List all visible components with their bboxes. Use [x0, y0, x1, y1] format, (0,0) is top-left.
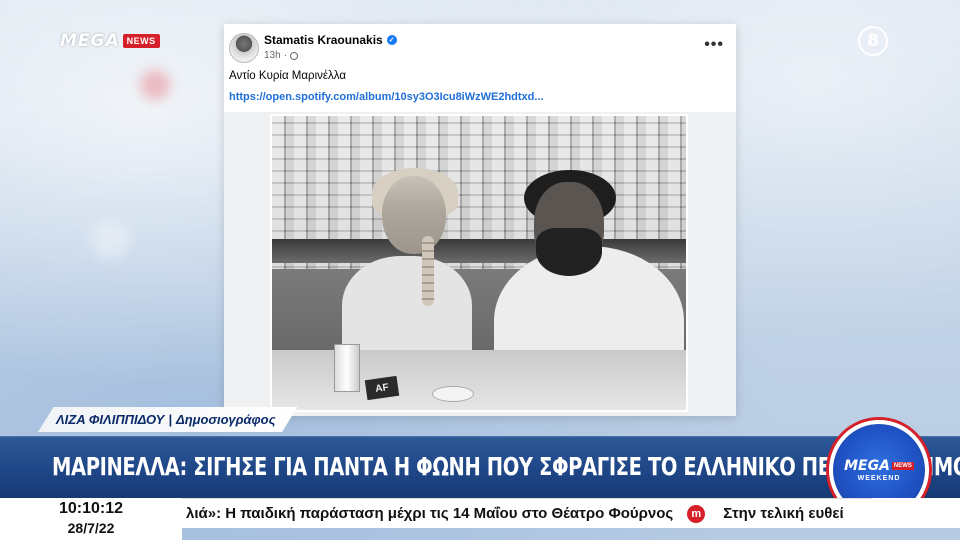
- more-options-icon[interactable]: •••: [704, 36, 724, 54]
- reporter-label: ΛΙΖΑ ΦΙΛΙΠΠΙΔΟΥ | Δημοσιογράφος: [38, 407, 298, 432]
- ticker-item: λιά»: Η παιδική παράσταση μέχρι τις 14 Μ…: [186, 505, 674, 522]
- globe-icon: [290, 51, 299, 60]
- weekend-logo-top: MEGA NEWS: [844, 458, 914, 474]
- background-blur-red: [140, 70, 170, 100]
- dot-separator: ·: [283, 50, 288, 61]
- ticker-tail: [872, 498, 960, 528]
- channel-number-bug: 8: [858, 26, 888, 56]
- reporter-name: ΛΙΖΑ ΦΙΛΙΠΠΙΔΟΥ: [56, 412, 165, 427]
- avatar[interactable]: [229, 33, 259, 63]
- news-tag: NEWS: [122, 34, 160, 48]
- background-blur-light: [90, 220, 130, 260]
- news-ticker: λιά»: Η παιδική παράσταση μέχρι τις 14 Μ…: [182, 498, 872, 528]
- post-text: Αντίο Κυρία Μαρινέλλα: [229, 70, 346, 82]
- clock-time: 10:10:12: [58, 500, 124, 517]
- photo-man-beard: [536, 228, 602, 276]
- post-meta: 13h ·: [264, 50, 299, 61]
- mega-m-logo-icon: m: [687, 504, 706, 523]
- clock-box: 10:10:12 28/7/22: [0, 498, 182, 540]
- mega-logo-word: MEGA: [60, 31, 120, 51]
- post-author[interactable]: Stamatis Kraounakis ✓: [264, 33, 397, 47]
- verified-badge-icon: ✓: [386, 35, 397, 45]
- clock-date: 28/7/22: [67, 520, 115, 536]
- post-link[interactable]: https://open.spotify.com/album/10sy3O3Ic…: [229, 91, 544, 103]
- mega-news-logo: MEGA NEWS: [60, 31, 160, 51]
- photo-woman-head: [382, 176, 446, 254]
- weekend-logo-mega: MEGA: [844, 458, 890, 474]
- weekend-logo-news: NEWS: [891, 462, 914, 470]
- photo-glass: [334, 344, 360, 392]
- ticker-item: Στην τελική ευθεί: [723, 505, 844, 522]
- reporter-separator: |: [168, 412, 172, 427]
- post-time[interactable]: 13h: [264, 50, 281, 61]
- headline-text: ΜΑΡΙΝΕΛΛΑ: ΣΙΓΗΣΕ ΓΙΑ ΠΑΝΤΑ Η ΦΩΝΗ ΠΟΥ Σ…: [52, 452, 960, 481]
- post-author-name[interactable]: Stamatis Kraounakis: [264, 33, 383, 47]
- post-photo[interactable]: AF: [270, 114, 688, 412]
- reporter-role: Δημοσιογράφος: [175, 412, 276, 427]
- weekend-logo-weekend: WEEKEND: [857, 475, 901, 482]
- photo-woman-braid: [422, 236, 434, 306]
- photo-ashtray: [432, 386, 474, 402]
